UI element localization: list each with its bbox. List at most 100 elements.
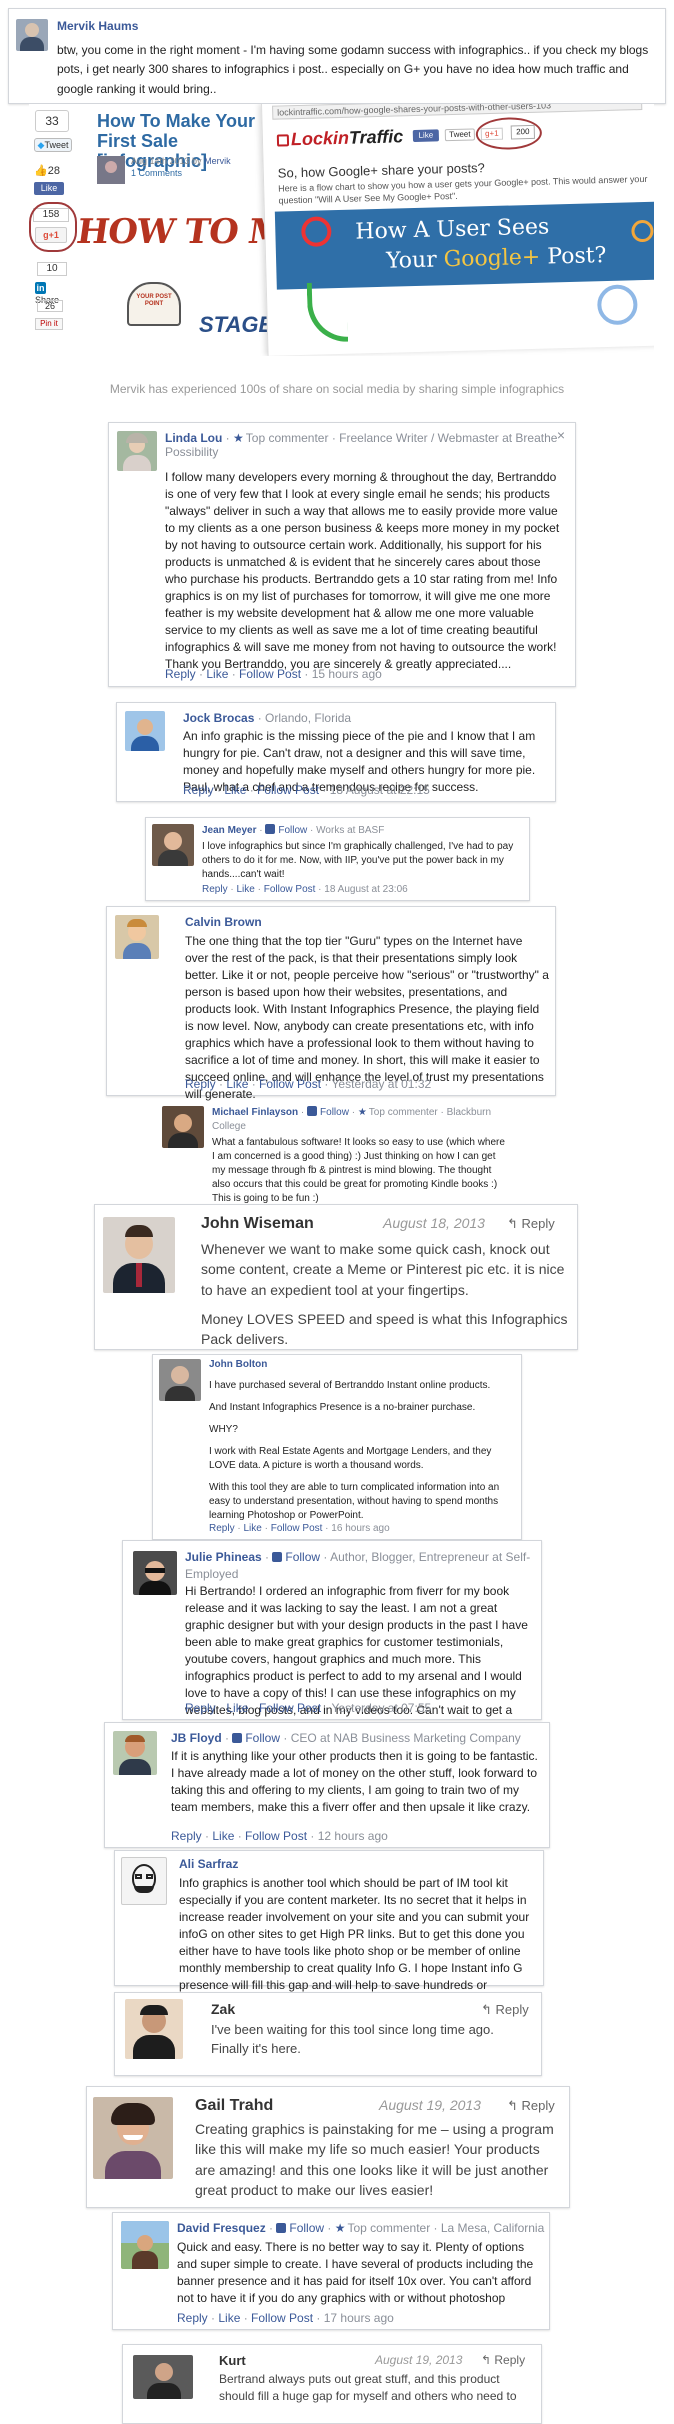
like-link[interactable]: Like	[236, 884, 254, 895]
comment-david-fresquez: David Fresquez · Follow · ★ Top commenter…	[112, 2212, 550, 2330]
follow-post-link[interactable]: Follow Post	[251, 2311, 313, 2325]
avatar	[121, 2221, 169, 2269]
commenter-name[interactable]: David Fresquez	[177, 2221, 266, 2235]
commenter-name[interactable]: Mervik Haums	[57, 19, 138, 33]
reply-link[interactable]: Reply	[185, 1077, 216, 1091]
commenter-name[interactable]: John Wiseman	[201, 1215, 314, 1233]
star-icon: ★	[334, 2221, 346, 2235]
comment-text: Info graphics is another tool which shou…	[179, 1876, 530, 2009]
top-commenter-badge: Top commenter	[245, 431, 329, 445]
avatar	[133, 1551, 177, 1595]
avatar	[133, 2355, 193, 2399]
comments-link[interactable]: 1 Comments	[131, 168, 182, 178]
follow-post-link[interactable]: Follow Post	[259, 1701, 321, 1715]
linkedin-share-button[interactable]: inShare	[35, 282, 71, 305]
like-button[interactable]: Like	[34, 182, 64, 195]
like-link[interactable]: Like	[226, 1077, 248, 1091]
follow-link[interactable]: Follow	[289, 2221, 324, 2235]
commenter-name[interactable]: Kurt	[219, 2353, 246, 2368]
like-link[interactable]: Like	[218, 2311, 240, 2325]
like-count: 👍28	[34, 165, 60, 177]
commenter-name[interactable]: Zak	[211, 2001, 235, 2017]
reply-link[interactable]: Reply	[185, 1701, 216, 1715]
pin-button[interactable]: Pin it	[35, 318, 63, 330]
reply-button[interactable]: ↰ Reply	[481, 2353, 525, 2367]
timestamp: 17 hours ago	[323, 2311, 394, 2325]
stage-label: STAGE	[199, 312, 274, 337]
comment-julie-phineas: Julie Phineas · Follow · Author, Blogger…	[122, 1540, 542, 1734]
tombstone-text: YOUR POST POINT	[136, 294, 172, 308]
avatar	[103, 1217, 175, 1293]
follow-link[interactable]: Follow	[320, 1107, 349, 1118]
follow-link[interactable]: Follow	[278, 825, 307, 836]
follow-post-link[interactable]: Follow Post	[271, 1523, 323, 1534]
comment-text: I have purchased several of Bertranddo I…	[209, 1380, 491, 1391]
reply-link[interactable]: Reply	[209, 1523, 235, 1534]
top-commenter-badge: Top commenter	[368, 1107, 438, 1118]
comment-header: Julie Phineas · Follow · Author, Blogger…	[185, 1550, 531, 1581]
like-link[interactable]: Like	[206, 667, 228, 681]
avatar	[125, 711, 165, 751]
star-icon: ★	[357, 1107, 367, 1118]
post-meta: Aug 14th 2013 by Mervik	[131, 156, 231, 166]
timestamp: 15 hours ago	[311, 667, 382, 681]
commenter-name[interactable]: Jean Meyer	[202, 825, 256, 836]
follow-post-link[interactable]: Follow Post	[257, 783, 319, 797]
comment-jean-meyer: Jean Meyer · Follow · Works at BASF I lo…	[145, 817, 530, 901]
commenter-name[interactable]: JB Floyd	[171, 1731, 222, 1745]
commenter-name[interactable]: Linda Lou	[165, 431, 222, 445]
comment-text: Creating graphics is painstaking for me …	[195, 2121, 554, 2198]
reply-button[interactable]: ↰ Reply	[507, 2098, 555, 2114]
follow-link[interactable]: Follow	[285, 1550, 320, 1564]
comment-text: And Instant Infographics Presence is a n…	[209, 1402, 476, 1413]
avatar	[117, 431, 157, 471]
share-sidebar: 33 ◆Tweet 👍28 Like 158 g+1 10 inShare 26…	[29, 104, 77, 354]
like-link[interactable]: Like	[243, 1523, 261, 1534]
commenter-name[interactable]: Michael Finlayson	[212, 1107, 298, 1118]
follow-icon	[232, 1733, 243, 1743]
comment-gail-trahd: Gail Trahd August 19, 2013 ↰ Reply Creat…	[86, 2086, 570, 2208]
site-logo[interactable]: LockinTraffic	[276, 126, 404, 150]
like-link[interactable]: Like	[224, 783, 246, 797]
reply-link[interactable]: Reply	[183, 783, 214, 797]
mini-tweet-button[interactable]: Tweet	[444, 128, 476, 142]
comment-text: WHY?	[209, 1424, 238, 1435]
address-bar[interactable]: lockintraffic.com/how-google-shares-your…	[272, 104, 643, 120]
comment-date: August 19, 2013	[375, 2353, 463, 2367]
commenter-name[interactable]: Jock Brocas	[183, 711, 254, 725]
reply-link[interactable]: Reply	[202, 884, 228, 895]
commenter-meta: · Freelance Writer / Webmaster at Breath…	[165, 431, 558, 459]
comment-zak: Zak ↰ Reply I've been waiting for this t…	[114, 1992, 542, 2076]
mini-like-button[interactable]: Like	[412, 129, 440, 143]
close-icon[interactable]: ×	[557, 427, 565, 443]
follow-link[interactable]: Follow	[245, 1731, 280, 1745]
comment-text: What a fantabulous software! It looks so…	[212, 1137, 505, 1204]
commenter-name[interactable]: Calvin Brown	[185, 915, 262, 929]
like-link[interactable]: Like	[226, 1701, 248, 1715]
share-count: 10	[37, 262, 67, 276]
post-author-link[interactable]: Mervik	[204, 156, 231, 166]
follow-post-link[interactable]: Follow Post	[259, 1077, 321, 1091]
commenter-name[interactable]: Julie Phineas	[185, 1550, 262, 1564]
avatar	[162, 1106, 204, 1148]
tweet-button[interactable]: ◆Tweet	[34, 138, 72, 152]
top-commenter-badge: Top commenter	[347, 2221, 431, 2235]
follow-post-link[interactable]: Follow Post	[264, 884, 316, 895]
commenter-name[interactable]: Gail Trahd	[195, 2097, 273, 2115]
comment-actions: Reply · Like · Follow Post · 18 August a…	[183, 783, 430, 797]
comment-john-wiseman: John Wiseman August 18, 2013 ↰ Reply Whe…	[94, 1204, 578, 1350]
reply-link[interactable]: Reply	[165, 667, 196, 681]
follow-post-link[interactable]: Follow Post	[239, 667, 301, 681]
reply-arrow-icon: ↰	[481, 2353, 495, 2367]
commenter-name[interactable]: John Bolton	[209, 1359, 267, 1370]
commenter-name[interactable]: Ali Sarfraz	[179, 1857, 238, 1871]
reply-link[interactable]: Reply	[177, 2311, 208, 2325]
commenter-meta: · CEO at NAB Business Marketing Company	[280, 1731, 521, 1745]
avatar	[93, 2097, 173, 2179]
reply-link[interactable]: Reply	[171, 1829, 202, 1843]
comment-header: Linda Lou · ★ Top commenter · Freelance W…	[165, 431, 558, 459]
reply-button[interactable]: ↰ Reply	[481, 2002, 529, 2018]
follow-post-link[interactable]: Follow Post	[245, 1829, 307, 1843]
like-link[interactable]: Like	[212, 1829, 234, 1843]
reply-button[interactable]: ↰ Reply	[507, 1216, 555, 1232]
